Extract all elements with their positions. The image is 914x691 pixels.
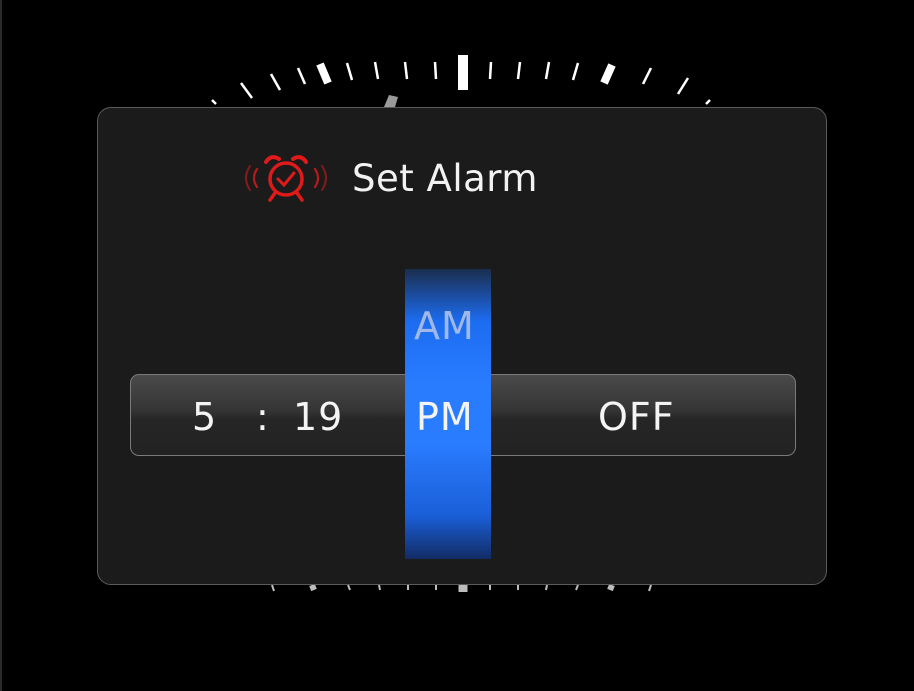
meridiem-selected[interactable]: PM [416, 395, 474, 439]
minute-spinner[interactable]: 19 [293, 395, 343, 439]
hour-spinner[interactable]: 5 [192, 395, 217, 439]
dialog-header: Set Alarm [236, 148, 538, 208]
meridiem-option-am[interactable]: AM [414, 304, 475, 348]
alarm-state-spinner[interactable]: OFF [598, 395, 675, 439]
set-alarm-dialog: Set Alarm AM 5 : 19 PM OFF [97, 107, 827, 585]
alarm-screen: Set Alarm AM 5 : 19 PM OFF [0, 0, 914, 691]
alarm-clock-icon [245, 155, 327, 202]
time-separator: : [256, 395, 270, 439]
dialog-title: Set Alarm [352, 156, 538, 200]
